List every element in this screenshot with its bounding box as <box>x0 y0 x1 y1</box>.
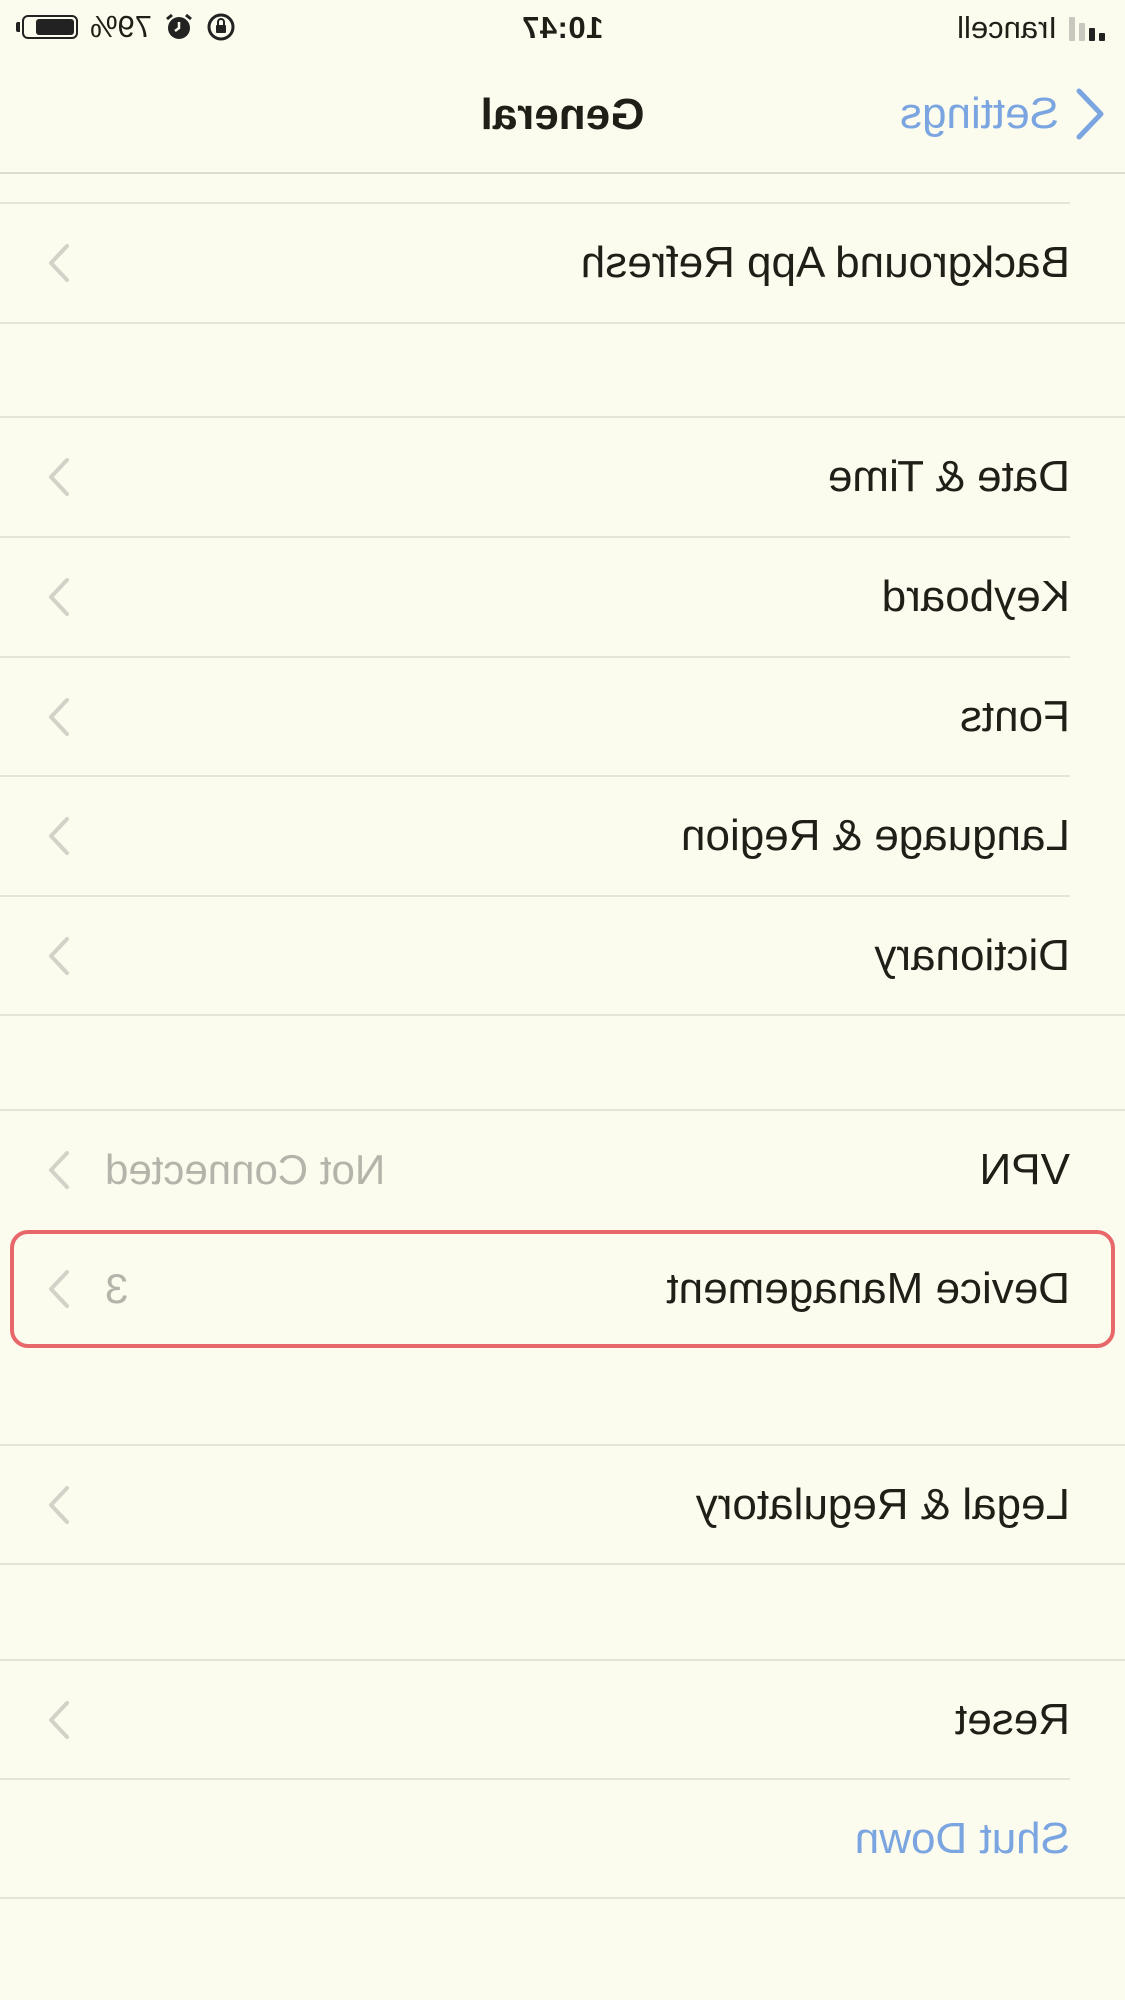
profile-count: 3 <box>105 1265 129 1312</box>
chevron-right-icon <box>49 578 69 616</box>
row-background-app-refresh[interactable]: Background App Refresh <box>0 204 1125 322</box>
status-bar: Irancell 10:47 79% <box>0 0 1125 56</box>
row-label: Dictionary <box>874 931 1070 980</box>
separator <box>0 1897 1125 1899</box>
row-label: Fonts <box>959 692 1070 741</box>
row-vpn[interactable]: VPN Not Connected <box>0 1111 1125 1229</box>
chevron-right-icon <box>49 458 69 496</box>
orientation-lock-icon <box>207 13 235 41</box>
battery-icon <box>16 15 78 39</box>
row-label: Reset <box>955 1695 1070 1744</box>
navigation-bar: Settings General <box>0 56 1125 174</box>
row-language-region[interactable]: Language & Region <box>0 777 1125 895</box>
shut-down-button[interactable]: Shut Down <box>0 1780 1125 1898</box>
row-device-management[interactable]: Device Management 3 <box>0 1230 1125 1348</box>
chevron-right-icon <box>49 1701 69 1739</box>
row-dictionary[interactable]: Dictionary <box>0 897 1125 1015</box>
screen: Irancell 10:47 79% Settings General Back… <box>0 0 1125 2000</box>
row-label: Date & Time <box>827 452 1070 501</box>
row-label: Keyboard <box>881 572 1070 621</box>
alarm-icon <box>166 13 192 39</box>
row-keyboard[interactable]: Keyboard <box>0 538 1125 656</box>
row-legal-regulatory[interactable]: Legal & Regulatory <box>0 1446 1125 1564</box>
row-label: Language & Region <box>681 811 1070 860</box>
shut-down-label: Shut Down <box>854 1814 1070 1863</box>
chevron-right-icon <box>49 698 69 736</box>
row-label: VPN <box>979 1145 1070 1194</box>
row-label: Legal & Regulatory <box>695 1480 1070 1529</box>
row-date-time[interactable]: Date & Time <box>0 418 1125 536</box>
status-right: 79% <box>16 8 236 46</box>
separator <box>0 322 1125 324</box>
separator <box>0 1563 1125 1565</box>
chevron-right-icon <box>49 1270 69 1308</box>
row-reset[interactable]: Reset <box>0 1661 1125 1779</box>
battery-fill <box>36 19 74 35</box>
row-label: Background App Refresh <box>580 238 1070 287</box>
separator <box>0 1014 1125 1016</box>
chevron-right-icon <box>49 1151 69 1189</box>
vpn-status: Not Connected <box>105 1146 386 1193</box>
row-fonts[interactable]: Fonts <box>0 658 1125 776</box>
chevron-right-icon <box>49 937 69 975</box>
chevron-right-icon <box>49 817 69 855</box>
row-label: Device Management <box>666 1264 1070 1313</box>
chevron-right-icon <box>49 244 69 282</box>
chevron-right-icon <box>49 1486 69 1524</box>
battery-percent: 79% <box>90 9 153 44</box>
page-title: General <box>480 90 645 139</box>
